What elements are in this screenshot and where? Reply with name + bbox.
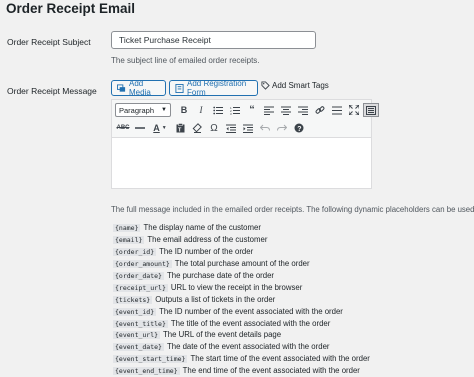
subject-description: The subject line of emailed order receip… — [111, 56, 260, 65]
message-description: The full message included in the emailed… — [111, 205, 474, 214]
placeholder-text: The URL of the event details page — [163, 330, 282, 340]
placeholder-item: {order_date} The purchase date of the ord… — [113, 270, 370, 281]
message-label: Order Receipt Message — [7, 86, 97, 96]
special-character-icon[interactable]: Ω — [206, 121, 222, 135]
placeholder-text: The ID number of the order — [159, 246, 254, 256]
help-icon[interactable]: ? — [291, 121, 307, 135]
placeholder-text: URL to view the receipt in the browser — [170, 282, 303, 292]
tag-icon — [261, 81, 270, 90]
undo-icon[interactable] — [257, 121, 273, 135]
placeholder-tag: {event_start_time} — [113, 355, 188, 364]
placeholder-tag: {tickets} — [113, 295, 153, 304]
section-title: Order Receipt Email — [6, 1, 136, 16]
placeholder-list: {name} The display name of the customer {… — [113, 222, 370, 377]
editor-content-area[interactable] — [112, 138, 371, 188]
align-right-icon[interactable] — [295, 103, 311, 117]
add-media-button[interactable]: Add Media — [111, 79, 166, 97]
text-color-icon[interactable]: A ▼ — [149, 121, 171, 135]
placeholder-tag: {order_amount} — [113, 259, 172, 268]
align-left-icon[interactable] — [261, 103, 277, 117]
clear-formatting-icon[interactable] — [189, 121, 205, 135]
svg-text:3: 3 — [230, 112, 232, 115]
placeholder-item: {event_date} The date of the event associ… — [113, 341, 370, 352]
subject-input[interactable] — [111, 31, 316, 49]
toolbar-toggle-icon[interactable] — [363, 103, 379, 117]
format-select[interactable]: Paragraph ▼ — [115, 103, 171, 117]
add-smart-tags-button[interactable]: Add Smart Tags — [261, 81, 329, 90]
numbered-list-icon[interactable]: 123 — [227, 103, 243, 117]
placeholder-text: Outputs a list of tickets in the order — [155, 294, 276, 304]
message-editor: Paragraph ▼ B I 123 “ ABC A ▼ T Ω ? — [111, 99, 379, 189]
placeholder-tag: {name} — [113, 224, 141, 232]
strikethrough-icon[interactable]: ABC — [115, 121, 131, 135]
placeholder-item: {event_title} The title of the event asso… — [113, 318, 370, 329]
horizontal-rule-icon[interactable] — [132, 121, 148, 135]
media-icon — [117, 83, 126, 93]
placeholder-tag: {event_url} — [113, 331, 161, 340]
placeholder-item: {event_start_time} The start time of the … — [113, 353, 370, 364]
placeholder-item: {tickets} Outputs a list of tickets in th… — [113, 294, 370, 305]
placeholder-text: The display name of the customer — [143, 223, 261, 232]
placeholder-item: {email} The email address of the customer — [113, 234, 370, 245]
indent-icon[interactable] — [240, 121, 256, 135]
placeholder-tag: {order_date} — [113, 271, 164, 280]
placeholder-item: {receipt_url} URL to view the receipt in … — [113, 282, 370, 293]
placeholder-tag: {receipt_url} — [113, 283, 168, 292]
chevron-down-icon: ▼ — [161, 107, 167, 113]
bulleted-list-icon[interactable] — [210, 103, 226, 117]
placeholder-text: The end time of the event associated wit… — [182, 366, 360, 376]
placeholder-text: The start time of the event associated w… — [190, 354, 370, 364]
outdent-icon[interactable] — [223, 121, 239, 135]
unlink-icon[interactable] — [329, 103, 345, 117]
link-icon[interactable] — [312, 103, 328, 117]
placeholder-item: {name} The display name of the customer — [113, 222, 370, 233]
placeholder-text: The purchase date of the order — [166, 270, 275, 280]
subject-label: Order Receipt Subject — [7, 37, 91, 47]
redo-icon[interactable] — [274, 121, 290, 135]
placeholder-text: The email address of the customer — [147, 234, 268, 244]
fullscreen-icon[interactable] — [346, 103, 362, 117]
placeholder-item: {order_id} The ID number of the order — [113, 246, 370, 257]
placeholder-tag: {email} — [113, 235, 145, 244]
editor-toolbar: Paragraph ▼ B I 123 “ ABC A ▼ T Ω ? — [112, 100, 379, 138]
align-center-icon[interactable] — [278, 103, 294, 117]
svg-text:?: ? — [297, 126, 301, 133]
placeholder-text: The total purchase amount of the order — [174, 258, 310, 268]
placeholder-tag: {event_date} — [113, 343, 164, 352]
placeholder-item: {order_amount} The total purchase amount … — [113, 258, 370, 269]
add-registration-form-button[interactable]: Add Registration Form — [169, 79, 258, 97]
placeholder-tag: {event_end_time} — [113, 367, 180, 376]
form-icon — [175, 83, 184, 93]
placeholder-item: {event_url} The URL of the event details … — [113, 329, 370, 340]
bold-icon[interactable]: B — [176, 103, 192, 117]
placeholder-text: The ID number of the event associated wi… — [159, 306, 343, 316]
placeholder-tag: {order_id} — [113, 247, 157, 256]
placeholder-text: The title of the event associated with t… — [170, 318, 331, 328]
blockquote-icon[interactable]: “ — [244, 103, 260, 117]
placeholder-item: {event_id} The ID number of the event ass… — [113, 306, 370, 317]
placeholder-tag: {event_id} — [113, 307, 157, 316]
placeholder-text: The date of the event associated with th… — [166, 342, 330, 352]
paste-as-text-icon[interactable]: T — [172, 121, 188, 135]
placeholder-tag: {event_title} — [113, 319, 168, 328]
italic-icon[interactable]: I — [193, 103, 209, 117]
